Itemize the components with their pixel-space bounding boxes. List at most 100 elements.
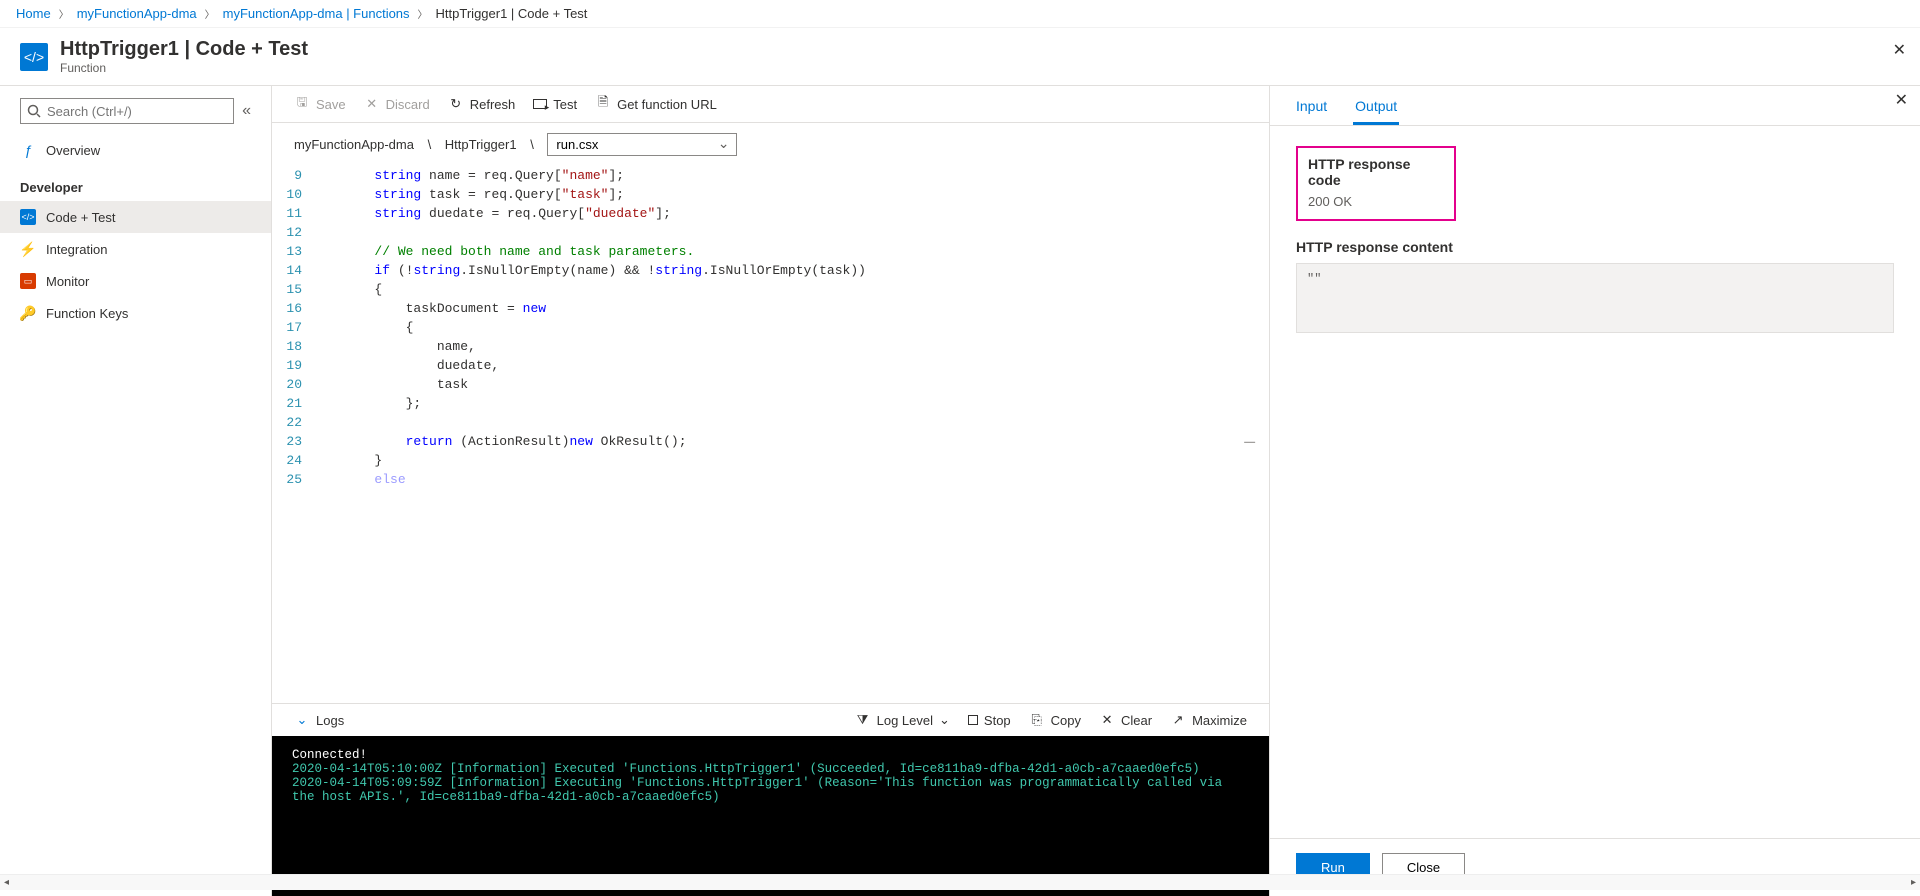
response-code-label: HTTP response code <box>1308 156 1444 188</box>
logs-toggle[interactable]: ⌄ Logs <box>294 712 344 728</box>
code-text: { <box>312 280 382 299</box>
sidebar-item-label: Code + Test <box>46 210 116 225</box>
scroll-right-icon[interactable]: ▸ <box>1911 877 1916 888</box>
sidebar: « ƒ Overview Developer </> Code + Test ⚡… <box>0 86 272 896</box>
chevron-down-icon: ⌄ <box>939 712 950 728</box>
editor-toolbar: 🖫 Save ✕ Discard ↻ Refresh ▸ Test 🗎 <box>272 86 1269 123</box>
line-number: 16 <box>272 299 312 318</box>
sidebar-item-label: Function Keys <box>46 306 128 321</box>
code-line: 9 string name = req.Query["name"]; <box>272 166 1269 185</box>
code-line: 17 { <box>272 318 1269 337</box>
panel-tabs: Input Output <box>1270 86 1920 126</box>
line-number: 18 <box>272 337 312 356</box>
code-line: 23 return (ActionResult)new OkResult(); <box>272 432 1269 451</box>
code-text: string name = req.Query["name"]; <box>312 166 624 185</box>
code-line: 22 <box>272 413 1269 432</box>
close-blade-button[interactable]: ✕ <box>1893 40 1906 60</box>
tab-output[interactable]: Output <box>1353 92 1399 125</box>
http-response-code-box: HTTP response code 200 OK <box>1296 146 1456 221</box>
file-select[interactable]: run.csx <box>547 133 737 156</box>
sidebar-code-test[interactable]: </> Code + Test <box>0 201 271 233</box>
logs-console[interactable]: Connected! 2020-04-14T05:10:00Z [Informa… <box>272 736 1269 896</box>
get-function-url-button[interactable]: 🗎 Get function URL <box>595 96 717 112</box>
log-connected: Connected! <box>292 748 1249 762</box>
line-number: 22 <box>272 413 312 432</box>
path-function: HttpTrigger1 <box>445 137 517 152</box>
tab-input[interactable]: Input <box>1294 92 1329 125</box>
line-number: 15 <box>272 280 312 299</box>
code-text: }; <box>312 394 421 413</box>
copy-icon: ⎘ <box>1029 712 1045 728</box>
discard-button[interactable]: ✕ Discard <box>364 96 430 112</box>
page-header: </> HttpTrigger1 | Code + Test Function … <box>0 28 1920 86</box>
save-button[interactable]: 🖫 Save <box>294 96 346 112</box>
monitor-icon: ▭ <box>20 273 36 289</box>
code-editor[interactable]: 9 string name = req.Query["name"];10 str… <box>272 166 1269 703</box>
line-number: 11 <box>272 204 312 223</box>
refresh-icon: ↻ <box>448 96 464 112</box>
file-path-bar: myFunctionApp-dma \ HttpTrigger1 \ run.c… <box>272 123 1269 166</box>
code-text: string task = req.Query["task"]; <box>312 185 624 204</box>
save-icon: 🖫 <box>294 96 310 112</box>
chevron-right-icon: 〉 <box>418 6 428 21</box>
chevron-down-icon: ⌄ <box>294 712 310 728</box>
code-text: if (!string.IsNullOrEmpty(name) && !stri… <box>312 261 866 280</box>
line-number: 14 <box>272 261 312 280</box>
test-output-panel: ✕ Input Output HTTP response code 200 OK… <box>1270 86 1920 896</box>
sidebar-overview-label: Overview <box>46 143 100 158</box>
stop-icon <box>968 715 978 725</box>
code-line: 10 string task = req.Query["task"]; <box>272 185 1269 204</box>
function-fx-icon: ƒ <box>20 142 36 158</box>
key-icon: 🔑 <box>20 305 36 321</box>
code-text: task <box>312 375 468 394</box>
copy-button[interactable]: ⎘ Copy <box>1029 712 1081 728</box>
scroll-left-icon[interactable]: ◂ <box>4 877 9 888</box>
code-icon: </> <box>20 209 36 225</box>
code-line: 16 taskDocument = new <box>272 299 1269 318</box>
log-level-button[interactable]: ⧩ Log Level ⌄ <box>855 712 950 728</box>
stop-button[interactable]: Stop <box>968 713 1011 728</box>
breadcrumb-app[interactable]: myFunctionApp-dma <box>77 6 197 21</box>
breadcrumb-functions[interactable]: myFunctionApp-dma | Functions <box>223 6 410 21</box>
code-line: 20 task <box>272 375 1269 394</box>
discard-icon: ✕ <box>364 96 380 112</box>
code-text: name, <box>312 337 476 356</box>
line-number: 19 <box>272 356 312 375</box>
maximize-button[interactable]: ↗ Maximize <box>1170 712 1247 728</box>
line-number: 12 <box>272 223 312 242</box>
logs-toolbar: ⌄ Logs ⧩ Log Level ⌄ Stop ⎘ Copy <box>272 703 1269 736</box>
chevron-right-icon: 〉 <box>59 6 69 21</box>
sidebar-search-input[interactable] <box>20 98 234 124</box>
code-line: 13 // We need both name and task paramet… <box>272 242 1269 261</box>
breadcrumb-home[interactable]: Home <box>16 6 51 21</box>
code-line: 24 } <box>272 451 1269 470</box>
chevron-right-icon: 〉 <box>205 6 215 21</box>
code-line: 15 { <box>272 280 1269 299</box>
collapse-sidebar-button[interactable]: « <box>242 102 251 120</box>
editor-area: 🖫 Save ✕ Discard ↻ Refresh ▸ Test 🗎 <box>272 86 1270 896</box>
code-text: else <box>312 470 406 489</box>
url-icon: 🗎 <box>595 96 611 112</box>
code-line: 21 }; <box>272 394 1269 413</box>
line-number: 23 <box>272 432 312 451</box>
fold-marker[interactable]: — <box>1244 434 1255 453</box>
code-line: 14 if (!string.IsNullOrEmpty(name) && !s… <box>272 261 1269 280</box>
code-line: 19 duedate, <box>272 356 1269 375</box>
close-panel-button[interactable]: ✕ <box>1895 90 1908 110</box>
code-text: { <box>312 318 413 337</box>
clear-button[interactable]: ✕ Clear <box>1099 712 1152 728</box>
page-title: HttpTrigger1 | Code + Test <box>60 38 308 61</box>
log-line: 2020-04-14T05:10:00Z [Information] Execu… <box>292 762 1249 776</box>
line-number: 20 <box>272 375 312 394</box>
clear-icon: ✕ <box>1099 712 1115 728</box>
sidebar-function-keys[interactable]: 🔑 Function Keys <box>0 297 271 329</box>
sidebar-overview[interactable]: ƒ Overview <box>0 134 271 166</box>
refresh-button[interactable]: ↻ Refresh <box>448 96 516 112</box>
sidebar-monitor[interactable]: ▭ Monitor <box>0 265 271 297</box>
horizontal-scrollbar[interactable]: ◂ ▸ <box>0 874 1920 890</box>
test-button[interactable]: ▸ Test <box>533 97 577 112</box>
line-number: 9 <box>272 166 312 185</box>
sidebar-integration[interactable]: ⚡ Integration <box>0 233 271 265</box>
line-number: 25 <box>272 470 312 489</box>
response-content-label: HTTP response content <box>1296 239 1894 255</box>
